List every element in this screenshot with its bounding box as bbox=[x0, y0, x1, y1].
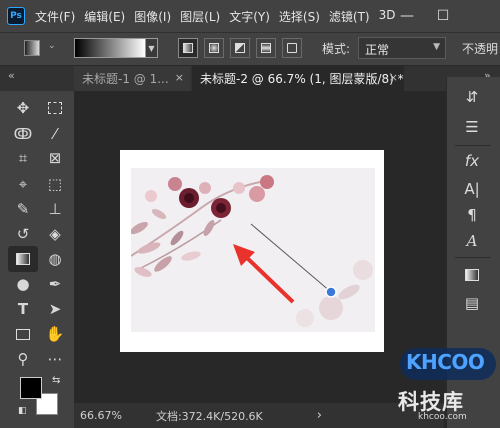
blend-mode-value: 正常 bbox=[365, 43, 390, 57]
diamond-gradient-button[interactable] bbox=[282, 38, 302, 58]
eyedropper-icon[interactable]: ⌖ bbox=[8, 171, 38, 197]
crop-icon[interactable]: ⌗ bbox=[8, 145, 38, 171]
menu-edit[interactable]: 编辑(E) bbox=[84, 8, 125, 25]
character-panel-icon[interactable]: A| bbox=[459, 177, 485, 201]
swap-colors-icon[interactable]: ⇆ bbox=[52, 375, 60, 386]
magic-wand-icon[interactable]: ⁄ bbox=[40, 121, 70, 147]
menu-filter[interactable]: 滤镜(T) bbox=[329, 8, 370, 25]
history-panel-icon[interactable]: ⇵ bbox=[459, 85, 485, 109]
paragraph-panel-icon[interactable]: ¶ bbox=[459, 203, 485, 227]
zoom-icon[interactable]: ⚲ bbox=[8, 346, 38, 372]
path-select-icon[interactable]: ➤ bbox=[40, 296, 70, 322]
gradient-picker-chevron-icon[interactable]: ▼ bbox=[146, 38, 158, 58]
menu-file[interactable]: 文件(F) bbox=[35, 8, 75, 25]
flower-illustration bbox=[131, 175, 373, 327]
menu-select[interactable]: 选择(S) bbox=[279, 8, 320, 25]
watermark: KHCOO 科技库 khcoo.com bbox=[376, 340, 500, 428]
fx-styles-panel-icon[interactable]: fx bbox=[459, 149, 485, 173]
chevron-down-icon: ▼ bbox=[433, 42, 440, 52]
divider bbox=[455, 145, 491, 146]
menu-image[interactable]: 图像(I) bbox=[134, 8, 171, 25]
rectangle-icon[interactable] bbox=[8, 321, 38, 347]
blur-icon[interactable]: ◍ bbox=[40, 246, 70, 272]
document-size: 文档:372.4K/520.6K bbox=[155, 409, 263, 423]
blend-mode-select[interactable]: 正常 ▼ bbox=[358, 37, 446, 59]
divider bbox=[455, 257, 491, 258]
more-icon[interactable]: ⋯ bbox=[40, 346, 70, 372]
mode-label: 模式: bbox=[322, 42, 351, 56]
type-icon[interactable]: T bbox=[8, 296, 38, 322]
frame-icon[interactable]: ⊠ bbox=[40, 145, 70, 171]
photoshop-logo-icon: Ps bbox=[7, 7, 25, 25]
reflected-gradient-button[interactable] bbox=[256, 38, 276, 58]
tab-document-2[interactable]: 未标题-2 @ 66.7% (1, 图层蒙版/8) * × bbox=[192, 66, 404, 91]
close-icon[interactable]: × bbox=[389, 71, 398, 84]
gradient-tool-preset-icon[interactable] bbox=[24, 40, 40, 56]
minimize-button[interactable]: — bbox=[392, 0, 422, 32]
close-icon[interactable]: × bbox=[175, 71, 184, 84]
history-brush-icon[interactable]: ↺ bbox=[8, 221, 38, 247]
menu-bar: Ps 文件(F) 编辑(E) 图像(I) 图层(L) 文字(Y) 选择(S) 滤… bbox=[0, 0, 500, 32]
watermark-brand: KHCOO bbox=[406, 350, 485, 374]
chevron-down-icon[interactable]: ⌄ bbox=[48, 41, 56, 51]
default-colors-icon[interactable]: ◧ bbox=[18, 406, 27, 416]
foreground-color-swatch[interactable] bbox=[20, 377, 42, 399]
radial-gradient-button[interactable] bbox=[204, 38, 224, 58]
hand-icon[interactable]: ✋ bbox=[40, 321, 70, 347]
object-select-icon[interactable]: ⬚ bbox=[40, 171, 70, 197]
zoom-level[interactable]: 66.67% bbox=[80, 409, 122, 422]
dodge-icon[interactable]: ● bbox=[8, 271, 38, 297]
gradient-preview[interactable] bbox=[74, 38, 146, 58]
brush-icon[interactable]: ✎ bbox=[8, 196, 38, 222]
glyphs-panel-icon[interactable]: A bbox=[459, 229, 485, 253]
lasso-icon[interactable]: ↂ bbox=[8, 121, 38, 147]
watermark-url: khcoo.com bbox=[418, 412, 467, 422]
menu-type[interactable]: 文字(Y) bbox=[229, 8, 270, 25]
collapse-toolbar-icon[interactable]: « bbox=[8, 69, 15, 82]
eraser-icon[interactable]: ◈ bbox=[40, 221, 70, 247]
tab-label: 未标题-1 @ 1... bbox=[82, 72, 169, 86]
adjustments-panel-icon[interactable]: ☰ bbox=[459, 115, 485, 139]
angle-gradient-button[interactable] bbox=[230, 38, 250, 58]
gradient-icon[interactable] bbox=[8, 246, 38, 272]
tab-document-1[interactable]: 未标题-1 @ 1... × bbox=[74, 66, 190, 91]
libraries-panel-icon[interactable]: ▤ bbox=[459, 291, 485, 315]
gradients-panel-icon[interactable] bbox=[459, 263, 485, 287]
status-menu-arrow-icon[interactable]: › bbox=[317, 408, 322, 423]
pen-icon[interactable]: ✒ bbox=[40, 271, 70, 297]
linear-gradient-button[interactable] bbox=[178, 38, 198, 58]
maximize-button[interactable]: ☐ bbox=[428, 0, 458, 32]
move-icon[interactable]: ✥ bbox=[8, 95, 38, 121]
opacity-label: 不透明 bbox=[462, 42, 499, 56]
stamp-icon[interactable]: ⊥ bbox=[40, 196, 70, 222]
marquee-icon[interactable] bbox=[40, 95, 70, 121]
flower-photo bbox=[131, 168, 375, 332]
tab-label: 未标题-2 @ 66.7% (1, 图层蒙版/8) * bbox=[200, 72, 404, 86]
menu-items: 文件(F) 编辑(E) 图像(I) 图层(L) 文字(Y) 选择(S) 滤镜(T… bbox=[35, 8, 404, 25]
menu-layer[interactable]: 图层(L) bbox=[180, 8, 220, 25]
